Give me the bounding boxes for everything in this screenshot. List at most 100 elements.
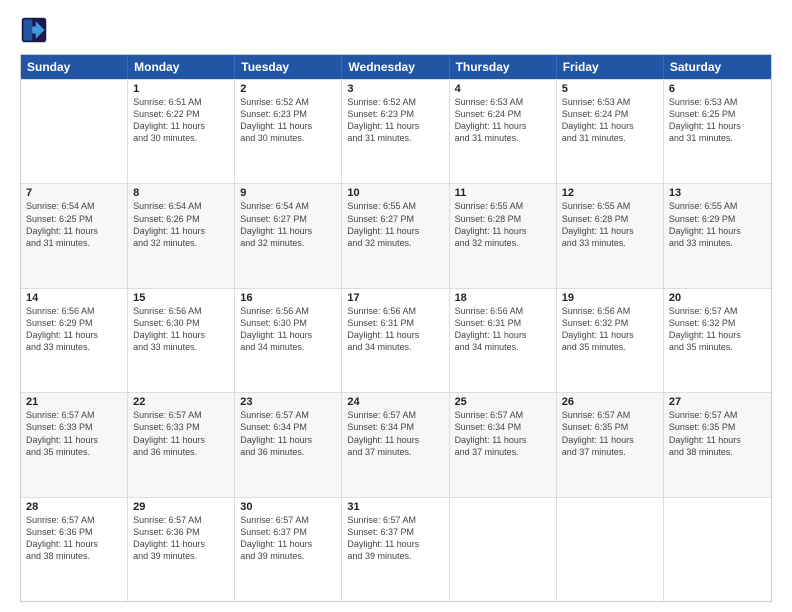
day-number: 16 — [240, 292, 336, 304]
calendar-cell-1-1: 8Sunrise: 6:54 AMSunset: 6:26 PMDaylight… — [128, 184, 235, 287]
cell-info-line: Sunrise: 6:54 AM — [133, 200, 229, 212]
cell-info-line: Sunset: 6:33 PM — [133, 421, 229, 433]
cell-info-line: Daylight: 11 hours — [240, 120, 336, 132]
cell-info-line: Daylight: 11 hours — [562, 120, 658, 132]
calendar-cell-2-6: 20Sunrise: 6:57 AMSunset: 6:32 PMDayligh… — [664, 289, 771, 392]
cell-info-line: Sunrise: 6:57 AM — [669, 409, 766, 421]
cell-info-line: Daylight: 11 hours — [133, 434, 229, 446]
calendar: SundayMondayTuesdayWednesdayThursdayFrid… — [20, 54, 772, 602]
cell-info-line: Daylight: 11 hours — [240, 538, 336, 550]
weekday-header-wednesday: Wednesday — [342, 55, 449, 79]
cell-info-line: and 38 minutes. — [669, 446, 766, 458]
cell-info-line: Daylight: 11 hours — [26, 434, 122, 446]
cell-info-line: Daylight: 11 hours — [347, 538, 443, 550]
calendar-cell-0-1: 1Sunrise: 6:51 AMSunset: 6:22 PMDaylight… — [128, 80, 235, 183]
logo — [20, 16, 52, 44]
header — [20, 16, 772, 44]
cell-info-line: and 34 minutes. — [347, 341, 443, 353]
weekday-header-thursday: Thursday — [450, 55, 557, 79]
calendar-cell-2-4: 18Sunrise: 6:56 AMSunset: 6:31 PMDayligh… — [450, 289, 557, 392]
cell-info-line: and 33 minutes. — [26, 341, 122, 353]
day-number: 27 — [669, 396, 766, 408]
cell-info-line: Daylight: 11 hours — [26, 225, 122, 237]
cell-info-line: Sunrise: 6:55 AM — [347, 200, 443, 212]
logo-icon — [20, 16, 48, 44]
cell-info-line: Sunset: 6:27 PM — [347, 213, 443, 225]
cell-info-line: Sunset: 6:24 PM — [562, 108, 658, 120]
calendar-cell-0-0 — [21, 80, 128, 183]
cell-info-line: Sunset: 6:25 PM — [669, 108, 766, 120]
calendar-cell-4-5 — [557, 498, 664, 601]
cell-info-line: Daylight: 11 hours — [240, 434, 336, 446]
cell-info-line: Sunset: 6:23 PM — [240, 108, 336, 120]
cell-info-line: Daylight: 11 hours — [347, 120, 443, 132]
day-number: 24 — [347, 396, 443, 408]
calendar-cell-2-3: 17Sunrise: 6:56 AMSunset: 6:31 PMDayligh… — [342, 289, 449, 392]
cell-info-line: and 31 minutes. — [26, 237, 122, 249]
cell-info-line: Sunset: 6:31 PM — [347, 317, 443, 329]
cell-info-line: Daylight: 11 hours — [669, 434, 766, 446]
day-number: 20 — [669, 292, 766, 304]
cell-info-line: Daylight: 11 hours — [240, 225, 336, 237]
cell-info-line: and 37 minutes. — [562, 446, 658, 458]
calendar-row-1: 7Sunrise: 6:54 AMSunset: 6:25 PMDaylight… — [21, 183, 771, 287]
cell-info-line: Daylight: 11 hours — [133, 225, 229, 237]
cell-info-line: Sunset: 6:31 PM — [455, 317, 551, 329]
calendar-cell-4-6 — [664, 498, 771, 601]
day-number: 31 — [347, 501, 443, 513]
cell-info-line: and 30 minutes. — [240, 132, 336, 144]
cell-info-line: and 31 minutes. — [347, 132, 443, 144]
cell-info-line: Daylight: 11 hours — [133, 538, 229, 550]
cell-info-line: and 31 minutes. — [669, 132, 766, 144]
calendar-cell-1-6: 13Sunrise: 6:55 AMSunset: 6:29 PMDayligh… — [664, 184, 771, 287]
cell-info-line: Sunrise: 6:53 AM — [669, 96, 766, 108]
cell-info-line: Daylight: 11 hours — [240, 329, 336, 341]
day-number: 17 — [347, 292, 443, 304]
cell-info-line: Sunrise: 6:52 AM — [347, 96, 443, 108]
cell-info-line: Sunset: 6:37 PM — [240, 526, 336, 538]
cell-info-line: Daylight: 11 hours — [562, 434, 658, 446]
cell-info-line: Sunset: 6:32 PM — [562, 317, 658, 329]
calendar-cell-4-2: 30Sunrise: 6:57 AMSunset: 6:37 PMDayligh… — [235, 498, 342, 601]
cell-info-line: and 33 minutes. — [133, 341, 229, 353]
cell-info-line: Sunrise: 6:56 AM — [133, 305, 229, 317]
calendar-cell-0-2: 2Sunrise: 6:52 AMSunset: 6:23 PMDaylight… — [235, 80, 342, 183]
calendar-cell-2-2: 16Sunrise: 6:56 AMSunset: 6:30 PMDayligh… — [235, 289, 342, 392]
cell-info-line: Sunset: 6:26 PM — [133, 213, 229, 225]
cell-info-line: Sunrise: 6:55 AM — [669, 200, 766, 212]
day-number: 6 — [669, 83, 766, 95]
cell-info-line: Daylight: 11 hours — [562, 329, 658, 341]
cell-info-line: Daylight: 11 hours — [347, 434, 443, 446]
calendar-cell-4-0: 28Sunrise: 6:57 AMSunset: 6:36 PMDayligh… — [21, 498, 128, 601]
cell-info-line: Sunrise: 6:56 AM — [455, 305, 551, 317]
cell-info-line: and 32 minutes. — [455, 237, 551, 249]
cell-info-line: Sunrise: 6:55 AM — [455, 200, 551, 212]
calendar-cell-3-3: 24Sunrise: 6:57 AMSunset: 6:34 PMDayligh… — [342, 393, 449, 496]
calendar-cell-3-4: 25Sunrise: 6:57 AMSunset: 6:34 PMDayligh… — [450, 393, 557, 496]
calendar-row-3: 21Sunrise: 6:57 AMSunset: 6:33 PMDayligh… — [21, 392, 771, 496]
day-number: 19 — [562, 292, 658, 304]
cell-info-line: Sunrise: 6:56 AM — [26, 305, 122, 317]
weekday-header-saturday: Saturday — [664, 55, 771, 79]
cell-info-line: and 39 minutes. — [240, 550, 336, 562]
cell-info-line: Daylight: 11 hours — [347, 329, 443, 341]
cell-info-line: and 32 minutes. — [347, 237, 443, 249]
cell-info-line: and 33 minutes. — [669, 237, 766, 249]
calendar-cell-2-1: 15Sunrise: 6:56 AMSunset: 6:30 PMDayligh… — [128, 289, 235, 392]
calendar-cell-3-1: 22Sunrise: 6:57 AMSunset: 6:33 PMDayligh… — [128, 393, 235, 496]
cell-info-line: Daylight: 11 hours — [26, 538, 122, 550]
day-number: 11 — [455, 187, 551, 199]
cell-info-line: Sunrise: 6:57 AM — [26, 409, 122, 421]
cell-info-line: Sunrise: 6:57 AM — [347, 409, 443, 421]
cell-info-line: Sunset: 6:35 PM — [669, 421, 766, 433]
day-number: 13 — [669, 187, 766, 199]
calendar-row-4: 28Sunrise: 6:57 AMSunset: 6:36 PMDayligh… — [21, 497, 771, 601]
calendar-cell-0-3: 3Sunrise: 6:52 AMSunset: 6:23 PMDaylight… — [342, 80, 449, 183]
cell-info-line: Daylight: 11 hours — [455, 225, 551, 237]
cell-info-line: Sunrise: 6:53 AM — [562, 96, 658, 108]
cell-info-line: Sunset: 6:22 PM — [133, 108, 229, 120]
calendar-cell-4-1: 29Sunrise: 6:57 AMSunset: 6:36 PMDayligh… — [128, 498, 235, 601]
cell-info-line: Daylight: 11 hours — [133, 329, 229, 341]
cell-info-line: Daylight: 11 hours — [347, 225, 443, 237]
cell-info-line: Sunrise: 6:51 AM — [133, 96, 229, 108]
